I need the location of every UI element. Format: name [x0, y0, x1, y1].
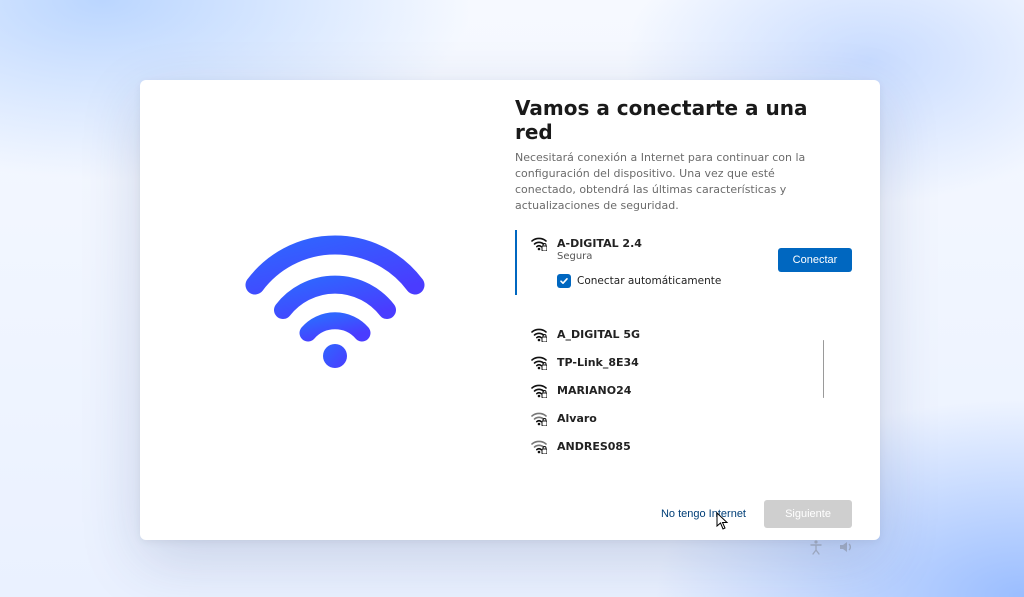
auto-connect-row[interactable]: Conectar automáticamente — [557, 274, 846, 288]
wifi-secure-icon — [531, 328, 547, 342]
network-item[interactable]: Alvaro — [515, 405, 852, 433]
wifi-secure-icon — [531, 384, 547, 398]
network-name: Alvaro — [557, 412, 597, 425]
wifi-secure-icon — [531, 412, 547, 426]
network-item[interactable]: MARIANO24 — [515, 377, 852, 405]
wifi-secure-icon — [531, 440, 547, 454]
auto-connect-label: Conectar automáticamente — [577, 275, 721, 287]
network-name: A_DIGITAL 5G — [557, 328, 640, 341]
auto-connect-checkbox[interactable] — [557, 274, 571, 288]
hero-pane — [140, 80, 515, 540]
connect-button[interactable]: Conectar — [778, 248, 852, 272]
network-name: ANDRES085 — [557, 440, 631, 453]
wifi-hero-icon — [245, 230, 425, 370]
network-name: TP-Link_8E34 — [557, 356, 639, 369]
wifi-secure-icon — [531, 237, 547, 251]
network-item[interactable]: TP-Link_8E34 — [515, 349, 852, 377]
page-subtext: Necesitará conexión a Internet para cont… — [515, 150, 815, 214]
footer-actions: No tengo Internet Siguiente — [659, 500, 852, 528]
accessibility-icon[interactable] — [808, 539, 824, 559]
network-item[interactable]: A_DIGITAL 5G — [515, 321, 852, 349]
next-button[interactable]: Siguiente — [764, 500, 852, 528]
oobe-window: Vamos a conectarte a una red Necesitará … — [140, 80, 880, 540]
scrollbar[interactable] — [823, 340, 824, 398]
wifi-secure-icon — [531, 356, 547, 370]
network-item[interactable]: ANDRES085 — [515, 433, 852, 461]
volume-icon[interactable] — [838, 539, 854, 559]
network-name: MARIANO24 — [557, 384, 631, 397]
system-tray — [808, 539, 854, 559]
content-pane: Vamos a conectarte a una red Necesitará … — [515, 80, 880, 540]
page-title: Vamos a conectarte a una red — [515, 96, 852, 144]
no-internet-link[interactable]: No tengo Internet — [659, 504, 748, 524]
